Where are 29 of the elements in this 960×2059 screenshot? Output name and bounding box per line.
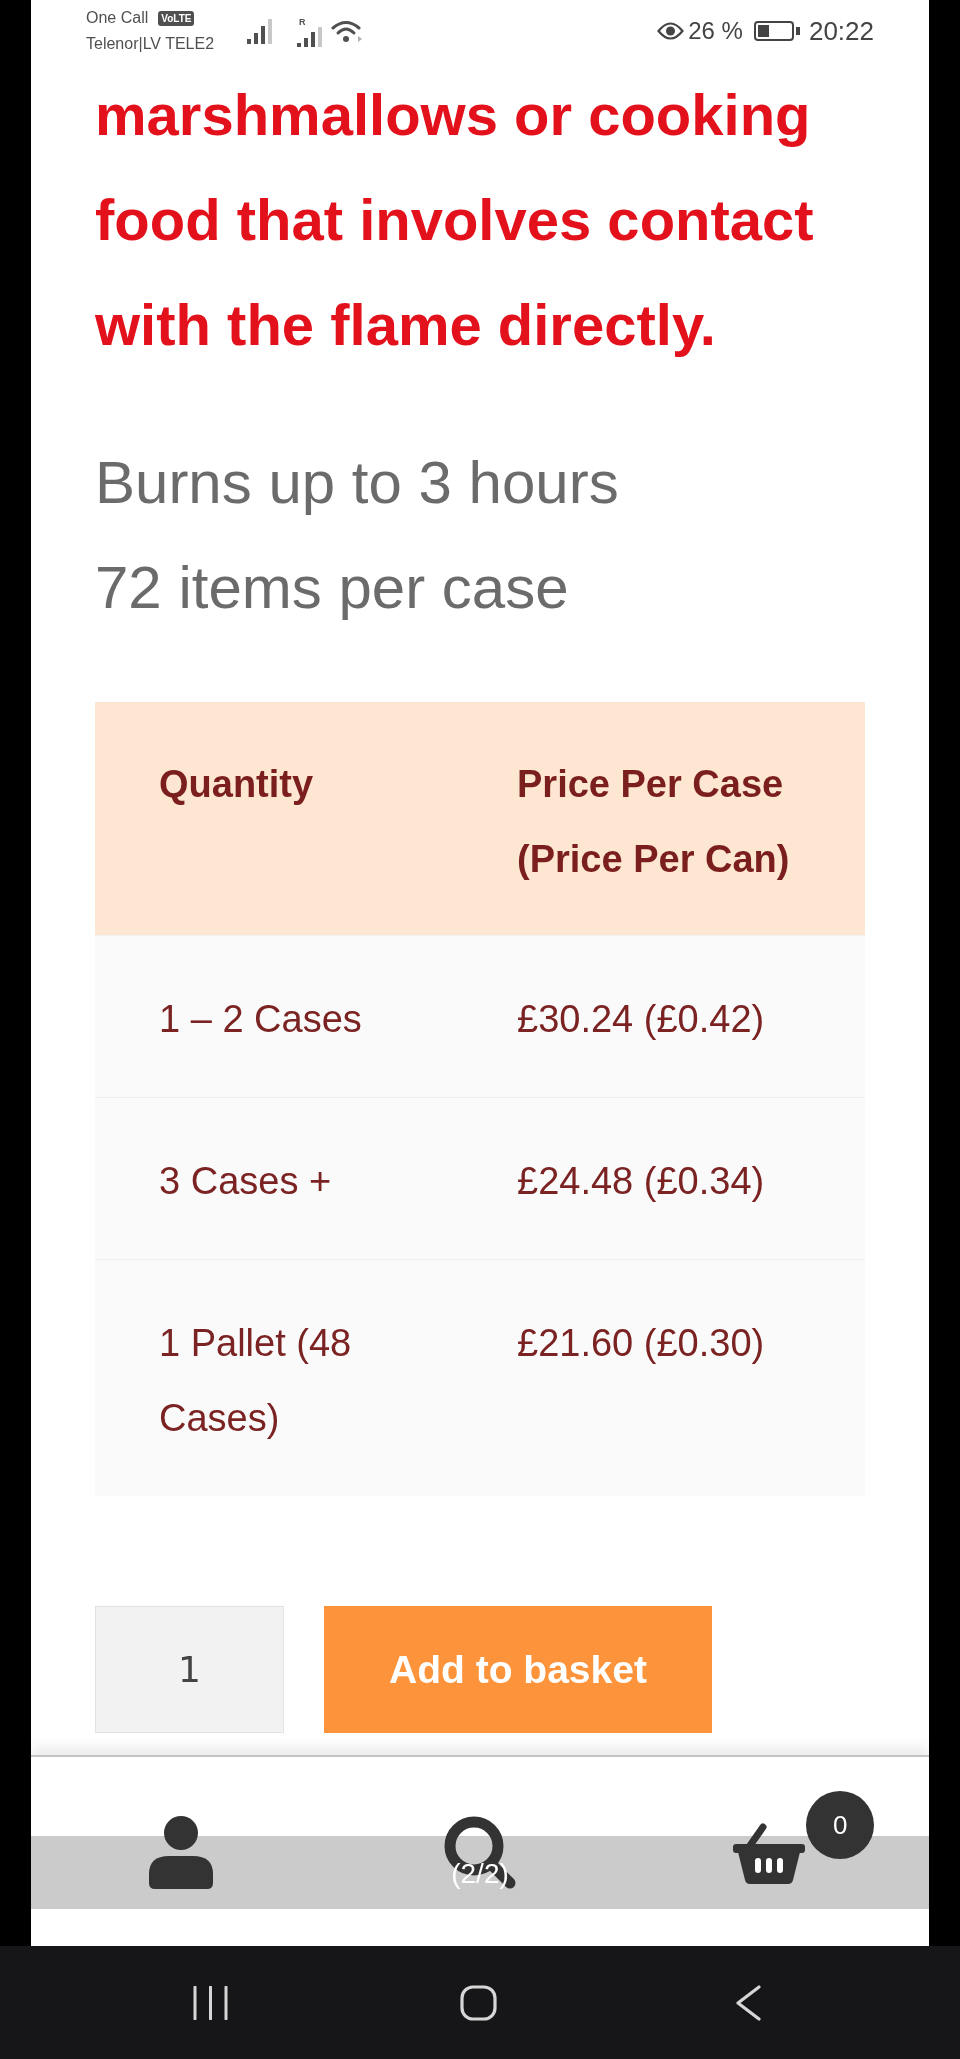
back-icon[interactable] <box>735 1984 761 2021</box>
battery-icon <box>753 21 800 41</box>
clock-time: 20:22 <box>808 16 874 46</box>
carrier-name: Telenor|LV TELE2 <box>86 34 216 54</box>
eye-icon <box>657 22 685 40</box>
signal-icon <box>247 18 274 44</box>
column-header: Price Per Case (Price Per Can) <box>517 762 791 882</box>
wifi-icon <box>331 19 363 43</box>
roaming-indicator: R <box>299 17 306 27</box>
battery-percentage: 26 % <box>688 16 743 46</box>
table-cell-text: 3 Cases + <box>159 1159 333 1204</box>
signal-icon <box>297 27 325 47</box>
quantity-field[interactable]: 1 <box>95 1606 284 1733</box>
basket-count-badge: 0 <box>806 1791 875 1859</box>
person-icon[interactable] <box>148 1816 213 1889</box>
warning-text: marshmallows or cooking food that involves contact with the flame directly. <box>95 81 815 359</box>
basket-icon[interactable] <box>733 1822 806 1884</box>
column-header: Quantity <box>159 762 315 807</box>
volte-badge: VoLTE <box>158 10 195 26</box>
product-detail: Burns up to 3 hours <box>95 448 620 518</box>
table-cell-text: 1 Pallet (48 Cases) <box>159 1321 353 1441</box>
home-icon[interactable] <box>460 1984 497 2021</box>
recent-apps-icon[interactable] <box>193 1985 228 2020</box>
table-cell-text: £24.48 (£0.34) <box>517 1159 766 1204</box>
carrier-name: One Call <box>86 8 149 28</box>
table-cell-text: 1 – 2 Cases <box>159 997 363 1042</box>
table-cell-text: £21.60 (£0.30) <box>517 1321 766 1366</box>
table-cell-text: £30.24 (£0.42) <box>517 997 766 1042</box>
product-detail: 72 items per case <box>95 553 570 623</box>
